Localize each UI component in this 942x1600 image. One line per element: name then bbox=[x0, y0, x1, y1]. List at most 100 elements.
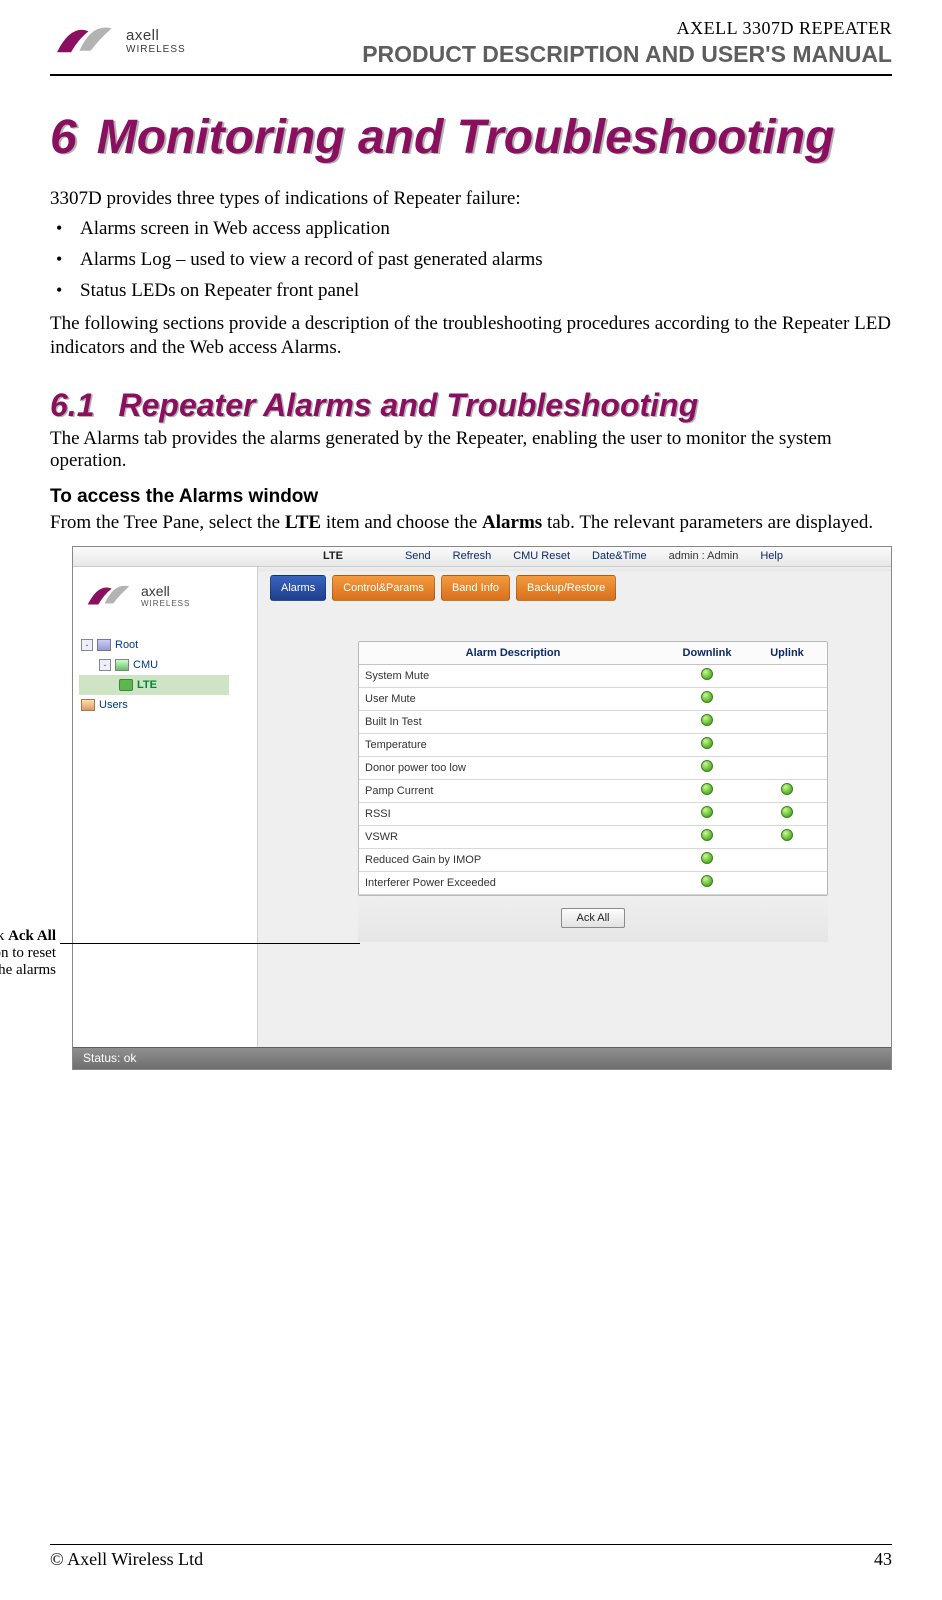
app-content: Alarms Control&Params Band Info Backup/R… bbox=[258, 567, 891, 1047]
callout-leader-line bbox=[60, 943, 360, 944]
alarm-row: Built In Test bbox=[359, 711, 827, 734]
alarm-row: Pamp Current bbox=[359, 780, 827, 803]
alarm-downlink-cell bbox=[667, 875, 747, 890]
alarm-table: Alarm Description Downlink Uplink System… bbox=[358, 641, 828, 896]
bullet-item: Status LEDs on Repeater front panel bbox=[50, 279, 892, 304]
toolbar-context-label: LTE bbox=[323, 550, 343, 562]
brand-sub: WIRELESS bbox=[126, 44, 186, 55]
alarm-downlink-cell bbox=[667, 760, 747, 775]
alarm-name: Built In Test bbox=[359, 716, 667, 728]
header-rule bbox=[50, 74, 892, 76]
section-subhead: To access the Alarms window bbox=[50, 486, 892, 508]
section-number: 6.1 bbox=[50, 387, 94, 424]
alarm-name: Temperature bbox=[359, 739, 667, 751]
brand-logo: axell WIRELESS bbox=[50, 18, 186, 64]
tab-alarms[interactable]: Alarms bbox=[270, 575, 326, 601]
tree-pane: -Root -CMU LTE Users bbox=[73, 627, 257, 715]
ack-all-button[interactable]: Ack All bbox=[561, 908, 624, 928]
alarm-name: User Mute bbox=[359, 693, 667, 705]
col-description: Alarm Description bbox=[359, 642, 667, 664]
brand-name: axell bbox=[126, 27, 186, 44]
alarm-row: Temperature bbox=[359, 734, 827, 757]
status-ok-icon bbox=[701, 714, 713, 726]
section-heading: 6.1 Repeater Alarms and Troubleshooting bbox=[50, 387, 892, 424]
status-ok-icon bbox=[701, 691, 713, 703]
tab-backup[interactable]: Backup/Restore bbox=[516, 575, 616, 601]
col-downlink: Downlink bbox=[667, 642, 747, 664]
alarm-name: RSSI bbox=[359, 808, 667, 820]
tree-item-lte[interactable]: LTE bbox=[79, 675, 229, 695]
alarm-downlink-cell bbox=[667, 691, 747, 706]
app-sidebar: axell WIRELESS -Root -CMU LTE Users bbox=[73, 567, 258, 1047]
toolbar-send-link[interactable]: Send bbox=[405, 550, 431, 562]
collapse-icon[interactable]: - bbox=[99, 659, 111, 671]
alarm-row: Reduced Gain by IMOP bbox=[359, 849, 827, 872]
cmu-icon bbox=[115, 659, 129, 671]
tree-item-root[interactable]: -Root bbox=[79, 635, 257, 655]
section-title-text: Repeater Alarms and Troubleshooting bbox=[118, 387, 698, 424]
status-bar: Status: ok bbox=[73, 1047, 891, 1069]
chapter-title-text: Monitoring and Troubleshooting bbox=[97, 112, 835, 165]
status-ok-icon bbox=[701, 737, 713, 749]
root-icon bbox=[97, 639, 111, 651]
alarm-downlink-cell bbox=[667, 829, 747, 844]
tree-item-users[interactable]: Users bbox=[79, 695, 257, 715]
alarm-uplink-cell bbox=[747, 806, 827, 821]
intro-after: The following sections provide a descrip… bbox=[50, 312, 892, 361]
status-ok-icon bbox=[781, 829, 793, 841]
alarm-name: Interferer Power Exceeded bbox=[359, 877, 667, 889]
tab-band[interactable]: Band Info bbox=[441, 575, 510, 601]
alarm-name: Reduced Gain by IMOP bbox=[359, 854, 667, 866]
alarm-row: User Mute bbox=[359, 688, 827, 711]
col-uplink: Uplink bbox=[747, 642, 827, 664]
app-window: LTE Send Refresh CMU Reset Date&Time adm… bbox=[72, 546, 892, 1070]
bullet-item: Alarms screen in Web access application bbox=[50, 217, 892, 242]
tree-item-cmu[interactable]: -CMU bbox=[79, 655, 257, 675]
alarm-name: Pamp Current bbox=[359, 785, 667, 797]
toolbar-cmu-reset-link[interactable]: CMU Reset bbox=[513, 550, 570, 562]
alarm-name: VSWR bbox=[359, 831, 667, 843]
alarm-row: RSSI bbox=[359, 803, 827, 826]
page-footer: © Axell Wireless Ltd 43 bbox=[50, 1544, 892, 1570]
toolbar-user-label: admin : Admin bbox=[669, 550, 739, 562]
alarm-downlink-cell bbox=[667, 806, 747, 821]
status-ok-icon bbox=[701, 760, 713, 772]
alarm-downlink-cell bbox=[667, 783, 747, 798]
chapter-heading: 6 Monitoring and Troubleshooting bbox=[50, 112, 892, 165]
intro-bullets: Alarms screen in Web access application … bbox=[50, 217, 892, 303]
toolbar-datetime-link[interactable]: Date&Time bbox=[592, 550, 647, 562]
page-number: 43 bbox=[874, 1549, 892, 1570]
alarm-row: VSWR bbox=[359, 826, 827, 849]
alarm-downlink-cell bbox=[667, 668, 747, 683]
page-header: axell WIRELESS AXELL 3307D REPEATER PROD… bbox=[50, 18, 892, 68]
alarm-row: System Mute bbox=[359, 665, 827, 688]
status-ok-icon bbox=[701, 852, 713, 864]
toolbar-refresh-link[interactable]: Refresh bbox=[453, 550, 492, 562]
manual-title: PRODUCT DESCRIPTION AND USER'S MANUAL bbox=[362, 41, 892, 68]
alarm-row: Donor power too low bbox=[359, 757, 827, 780]
status-ok-icon bbox=[781, 806, 793, 818]
product-code: AXELL 3307D REPEATER bbox=[362, 18, 892, 39]
alarm-name: Donor power too low bbox=[359, 762, 667, 774]
sidebar-logo: axell WIRELESS bbox=[73, 573, 257, 627]
collapse-icon[interactable]: - bbox=[81, 639, 93, 651]
status-ok-icon bbox=[701, 783, 713, 795]
section-p1: The Alarms tab provides the alarms gener… bbox=[50, 428, 892, 472]
brand-mark-icon bbox=[50, 18, 120, 64]
alarm-downlink-cell bbox=[667, 852, 747, 867]
tabs-row: Alarms Control&Params Band Info Backup/R… bbox=[258, 567, 891, 611]
ack-all-wrap: Ack All bbox=[358, 896, 828, 942]
status-ok-icon bbox=[781, 783, 793, 795]
intro-lead: 3307D provides three types of indication… bbox=[50, 187, 892, 212]
toolbar-help-link[interactable]: Help bbox=[760, 550, 783, 562]
intro-block: 3307D provides three types of indication… bbox=[50, 187, 892, 361]
lte-icon bbox=[119, 679, 133, 691]
tab-control[interactable]: Control&Params bbox=[332, 575, 435, 601]
status-text: Status: ok bbox=[83, 1051, 136, 1065]
section-p2: From the Tree Pane, select the LTE item … bbox=[50, 512, 892, 534]
callout-ack-all: Click Ack All button to reset the alarms bbox=[0, 924, 60, 984]
alarm-name: System Mute bbox=[359, 670, 667, 682]
alarm-uplink-cell bbox=[747, 783, 827, 798]
copyright: © Axell Wireless Ltd bbox=[50, 1549, 203, 1570]
alarm-downlink-cell bbox=[667, 714, 747, 729]
